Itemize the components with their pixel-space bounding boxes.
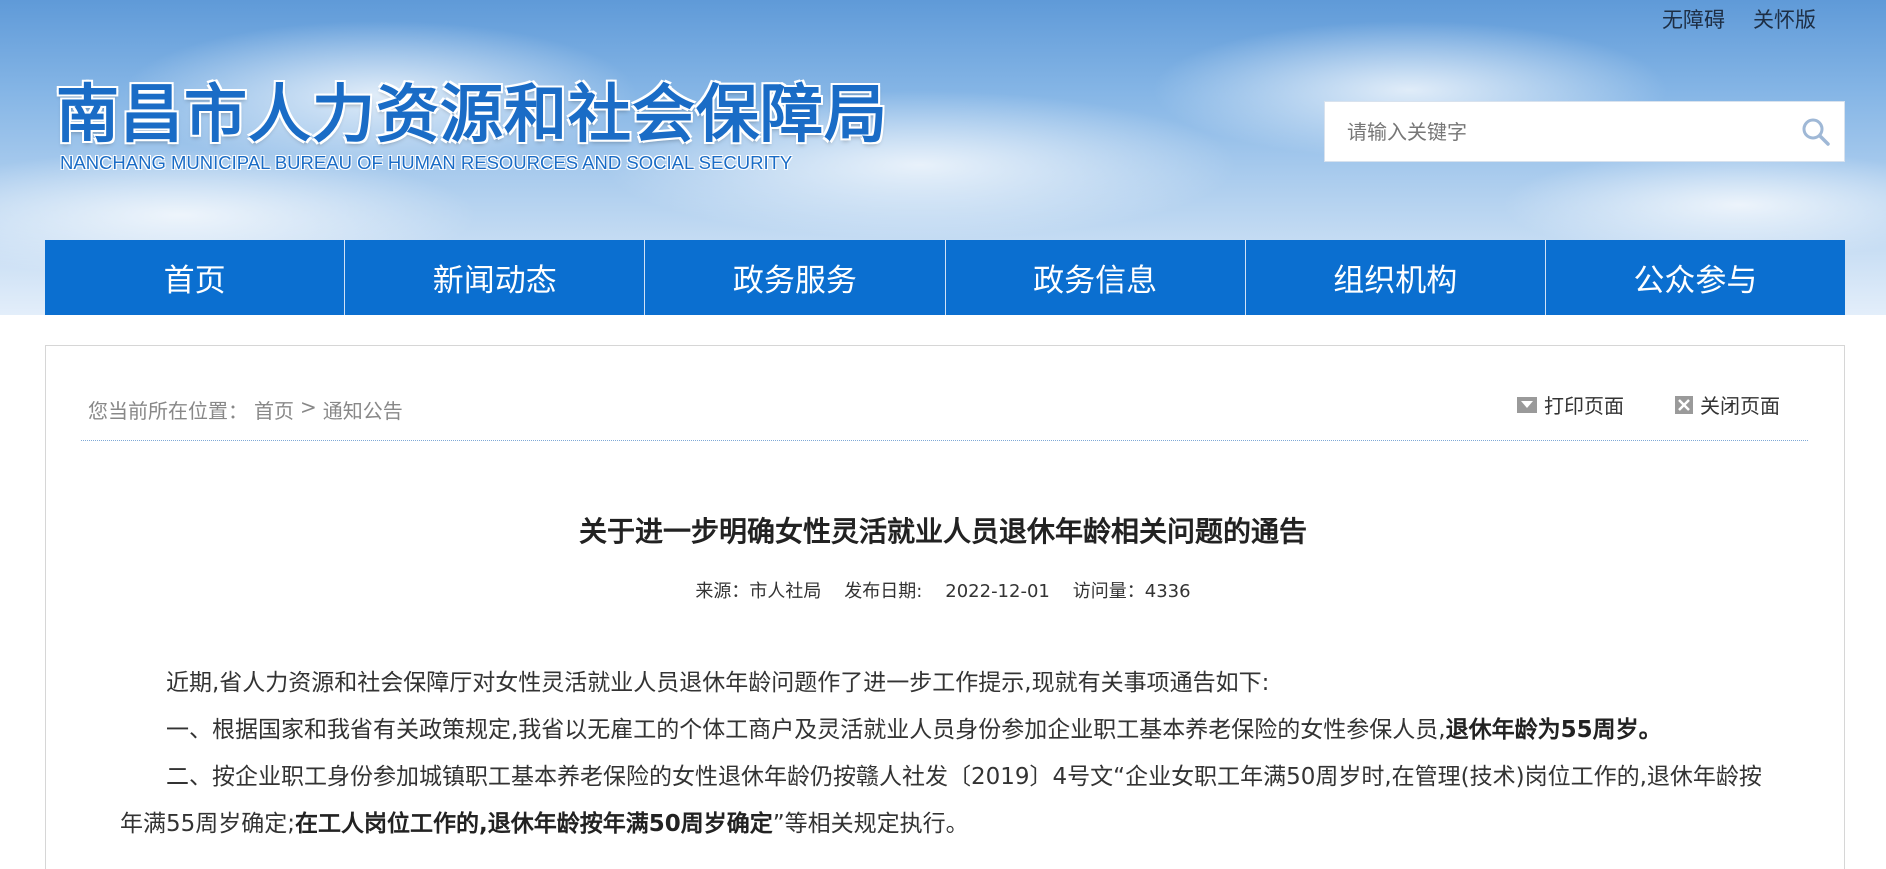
header-divider <box>81 440 1808 441</box>
care-version-link[interactable]: 关怀版 <box>1753 4 1816 34</box>
article-title: 关于进一步明确女性灵活就业人员退休年龄相关问题的通告 <box>578 515 1307 548</box>
paragraph-3-end: ”等相关规定执行。 <box>772 811 969 837</box>
print-page-button[interactable]: 打印页面 <box>1516 390 1624 419</box>
search-box <box>1324 101 1845 162</box>
paragraph-1: 近期,省人力资源和社会保障厅对女性灵活就业人员退休年龄问题作了进一步工作提示,现… <box>120 660 1770 707</box>
breadcrumb-separator: > <box>300 395 317 419</box>
search-icon <box>1802 118 1830 146</box>
logo-en-text: NANCHANG MUNICIPAL BUREAU OF HUMAN RESOU… <box>60 152 793 173</box>
paragraph-3-bold: 在工人岗位工作的,退休年龄按年满50周岁确定 <box>295 811 773 837</box>
site-logo[interactable]: 南昌市人力资源和社会保障局 NANCHANG MUNICIPAL BUREAU … <box>56 80 888 174</box>
page-tools: 打印页面 关闭页面 <box>1516 390 1780 419</box>
close-page-label: 关闭页面 <box>1700 394 1780 418</box>
article-meta: 来源：市人社局 发布日期: 2022-12-01 访问量：4336 <box>695 581 1191 602</box>
nav-news[interactable]: 新闻动态 <box>345 240 646 315</box>
close-page-button[interactable]: 关闭页面 <box>1674 390 1780 419</box>
search-button[interactable] <box>1800 116 1832 148</box>
nav-home[interactable]: 首页 <box>45 240 346 315</box>
paragraph-3: 二、按企业职工身份参加城镇职工基本养老保险的女性退休年龄仍按赣人社发〔2019〕… <box>120 754 1770 848</box>
article-body: 近期,省人力资源和社会保障厅对女性灵活就业人员退休年龄问题作了进一步工作提示,现… <box>120 660 1770 848</box>
nav-public-participation[interactable]: 公众参与 <box>1546 240 1845 315</box>
paragraph-2-bold: 退休年龄为55周岁。 <box>1445 717 1662 743</box>
paragraph-2-text: 一、根据国家和我省有关政策规定,我省以无雇工的个体工商户及灵活就业人员身份参加企… <box>166 717 1446 743</box>
nav-gov-services[interactable]: 政务服务 <box>645 240 946 315</box>
search-input[interactable] <box>1325 102 1785 161</box>
top-links: 无障碍 关怀版 <box>1662 4 1816 34</box>
main-nav: 首页 新闻动态 政务服务 政务信息 组织机构 公众参与 <box>45 240 1845 315</box>
paragraph-2: 一、根据国家和我省有关政策规定,我省以无雇工的个体工商户及灵活就业人员身份参加企… <box>120 707 1770 754</box>
print-page-label: 打印页面 <box>1544 394 1624 418</box>
paragraph-1-text: 近期,省人力资源和社会保障厅对女性灵活就业人员退休年龄问题作了进一步工作提示,现… <box>166 670 1270 696</box>
print-icon <box>1517 396 1537 413</box>
accessibility-link[interactable]: 无障碍 <box>1662 4 1725 34</box>
breadcrumb-current[interactable]: 通知公告 <box>323 395 403 424</box>
breadcrumb: 您当前所在位置： 首页 > 通知公告 <box>88 395 403 424</box>
nav-gov-info[interactable]: 政务信息 <box>946 240 1246 315</box>
nav-organization[interactable]: 组织机构 <box>1246 240 1546 315</box>
logo-cn-text: 南昌市人力资源和社会保障局 <box>56 78 888 151</box>
breadcrumb-home[interactable]: 首页 <box>254 395 294 424</box>
breadcrumb-prefix: 您当前所在位置： <box>88 399 248 423</box>
close-icon <box>1675 395 1693 414</box>
